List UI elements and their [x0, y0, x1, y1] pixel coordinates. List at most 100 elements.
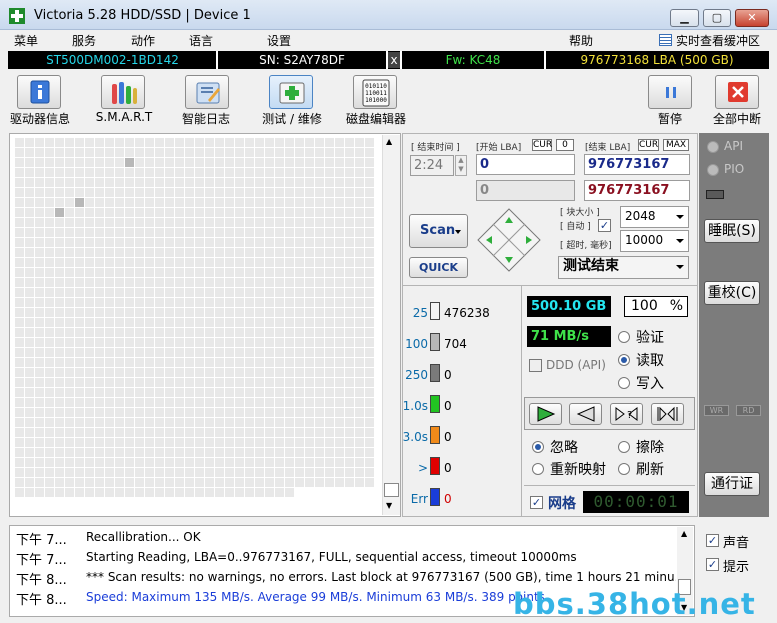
grid-block: [95, 358, 104, 367]
block-size-select[interactable]: 2048: [620, 206, 689, 228]
erase-radio[interactable]: [618, 441, 630, 453]
grid-block: [155, 368, 164, 377]
end-max-tag[interactable]: MAX: [663, 139, 689, 151]
scroll-thumb[interactable]: [384, 483, 399, 497]
grid-block: [225, 198, 234, 207]
grid-block: [105, 428, 114, 437]
reverse-button[interactable]: [569, 403, 602, 425]
hints-checkbox[interactable]: ✓: [706, 558, 719, 571]
grid-block: [165, 238, 174, 247]
grid-block: [115, 248, 124, 257]
quick-button[interactable]: QUICK: [409, 257, 468, 278]
scroll-up-icon[interactable]: ▲: [386, 137, 392, 146]
grid-block: [215, 268, 224, 277]
write-radio[interactable]: [618, 377, 630, 389]
grid-block: [175, 258, 184, 267]
grid-block: [165, 188, 174, 197]
read-radio[interactable]: [618, 354, 630, 366]
play-button[interactable]: [529, 403, 562, 425]
grid-checkbox[interactable]: ✓: [530, 496, 543, 509]
menu-main[interactable]: 菜单: [14, 32, 38, 49]
direction-pad[interactable]: [476, 207, 542, 273]
stop-all-button[interactable]: [715, 75, 759, 109]
passport-button[interactable]: 通行证: [704, 472, 760, 496]
grid-block: [205, 218, 214, 227]
grid-block: [75, 138, 84, 147]
grid-block: [15, 368, 24, 377]
skip-button[interactable]: ?: [610, 403, 643, 425]
menu-settings[interactable]: 设置: [267, 32, 291, 49]
api-radio[interactable]: [707, 141, 719, 153]
menu-help[interactable]: 帮助: [569, 32, 593, 49]
grid-block: [155, 458, 164, 467]
timeout-select[interactable]: 10000: [620, 230, 689, 252]
menu-language[interactable]: 语言: [189, 32, 213, 49]
grid-block: [335, 248, 344, 257]
verify-radio[interactable]: [618, 331, 630, 343]
grid-block: [235, 448, 244, 457]
end-time-spinner[interactable]: ▲ ▼: [455, 155, 467, 176]
end-time-field[interactable]: 2:24: [410, 155, 454, 176]
grid-block: [255, 358, 264, 367]
grid-block: [145, 458, 154, 467]
scan-button[interactable]: Scan: [409, 214, 468, 248]
grid-block: [165, 368, 174, 377]
grid-block: [255, 448, 264, 457]
auto-checkbox[interactable]: ✓: [598, 219, 611, 232]
grid-block: [55, 428, 64, 437]
grid-block: [145, 228, 154, 237]
pause-button[interactable]: [648, 75, 692, 109]
end-lba-field[interactable]: 976773167: [584, 154, 690, 175]
grid-block: [345, 248, 354, 257]
scroll-down-icon[interactable]: ▼: [386, 501, 392, 510]
end-cur-tag[interactable]: CUR: [638, 139, 659, 151]
start-zero-tag[interactable]: 0: [556, 139, 574, 151]
recalibrate-button[interactable]: 重校(C): [704, 281, 760, 305]
grid-block: [255, 138, 264, 147]
close-button[interactable]: ✕: [735, 9, 769, 27]
menu-service[interactable]: 服务: [72, 32, 96, 49]
grid-block: [295, 338, 304, 347]
grid-block: [175, 208, 184, 217]
sleep-button[interactable]: 睡眠(S): [704, 219, 760, 243]
remap-radio[interactable]: [532, 463, 544, 475]
drive-info-button[interactable]: [17, 75, 61, 109]
smart-log-button[interactable]: [185, 75, 229, 109]
grid-block: [175, 218, 184, 227]
close-drive-button[interactable]: x: [388, 52, 400, 68]
buffer-icon[interactable]: [659, 34, 672, 46]
start-lba-field[interactable]: 0: [476, 154, 575, 175]
refresh-radio[interactable]: [618, 463, 630, 475]
scroll-up-icon[interactable]: ▲: [681, 529, 687, 538]
menu-action[interactable]: 动作: [131, 32, 155, 49]
start-cur-tag[interactable]: CUR: [532, 139, 552, 151]
test-repair-button[interactable]: [269, 75, 313, 109]
grid-block: [155, 228, 164, 237]
ddd-checkbox[interactable]: [529, 359, 542, 372]
grid-block: [95, 318, 104, 327]
pio-radio[interactable]: [707, 164, 719, 176]
smart-button[interactable]: [101, 75, 145, 109]
maximize-button[interactable]: ▢: [703, 9, 731, 27]
grid-block: [185, 408, 194, 417]
grid-block: [285, 328, 294, 337]
grid-block: [255, 328, 264, 337]
grid-block: [65, 378, 74, 387]
grid-block: [315, 178, 324, 187]
disk-editor-button[interactable]: 010110 110011 101000: [353, 75, 397, 109]
grid-block: [245, 478, 254, 487]
grid-block: [145, 278, 154, 287]
grid-block: [275, 238, 284, 247]
grid-block: [335, 288, 344, 297]
status-select[interactable]: 测试结束: [558, 256, 689, 279]
sound-checkbox[interactable]: ✓: [706, 534, 719, 547]
minimize-button[interactable]: ▁: [670, 9, 699, 27]
to-end-button[interactable]: [651, 403, 684, 425]
grid-block: [175, 448, 184, 457]
menu-realtime-buffer[interactable]: 实时查看缓冲区: [676, 32, 760, 49]
grid-block: [365, 328, 374, 337]
grid-block: [295, 298, 304, 307]
ignore-radio[interactable]: [532, 441, 544, 453]
grid-scrollbar[interactable]: ▲ ▼: [382, 135, 400, 515]
grid-block: [305, 398, 314, 407]
